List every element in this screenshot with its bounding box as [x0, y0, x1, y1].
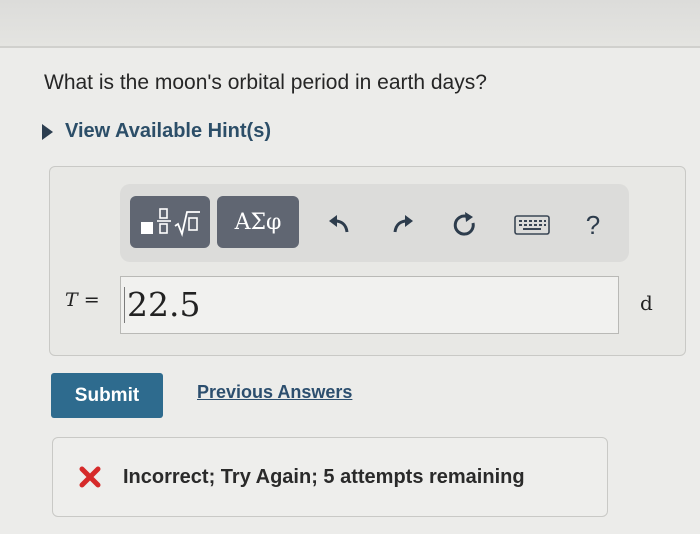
text-caret [124, 287, 125, 323]
feedback-message: Incorrect; Try Again; 5 attempts remaini… [52, 437, 608, 517]
view-hints-label: View Available Hint(s) [65, 120, 271, 142]
keyboard-icon [514, 215, 550, 235]
view-hints-toggle[interactable]: View Available Hint(s) [42, 120, 271, 143]
caret-right-icon [42, 123, 53, 140]
x-icon [77, 464, 103, 490]
templates-icon [141, 208, 200, 238]
help-button[interactable]: ? [578, 208, 608, 242]
top-strip [0, 0, 700, 46]
reset-icon [453, 212, 475, 236]
unit-label: d [640, 291, 653, 315]
keyboard-button[interactable] [510, 208, 554, 242]
variable-symbol: T [65, 289, 78, 311]
equals-sign: = [83, 289, 100, 311]
feedback-text: Incorrect; Try Again; 5 attempts remaini… [123, 465, 525, 488]
answer-variable-label: T = [65, 289, 100, 311]
previous-answers-link[interactable]: Previous Answers [197, 382, 352, 403]
undo-icon [329, 215, 349, 233]
symbols-label: ΑΣφ [234, 209, 282, 235]
redo-button[interactable] [386, 208, 420, 242]
answer-value: 22.5 [127, 285, 201, 324]
answer-input[interactable]: 22.5 [120, 276, 619, 334]
templates-button[interactable] [130, 196, 210, 248]
reset-button[interactable] [448, 208, 482, 242]
submit-button[interactable]: Submit [51, 373, 163, 418]
symbols-button[interactable]: ΑΣφ [217, 196, 299, 248]
redo-icon [393, 215, 413, 233]
question-text: What is the moon's orbital period in ear… [44, 71, 487, 94]
undo-button[interactable] [322, 208, 356, 242]
